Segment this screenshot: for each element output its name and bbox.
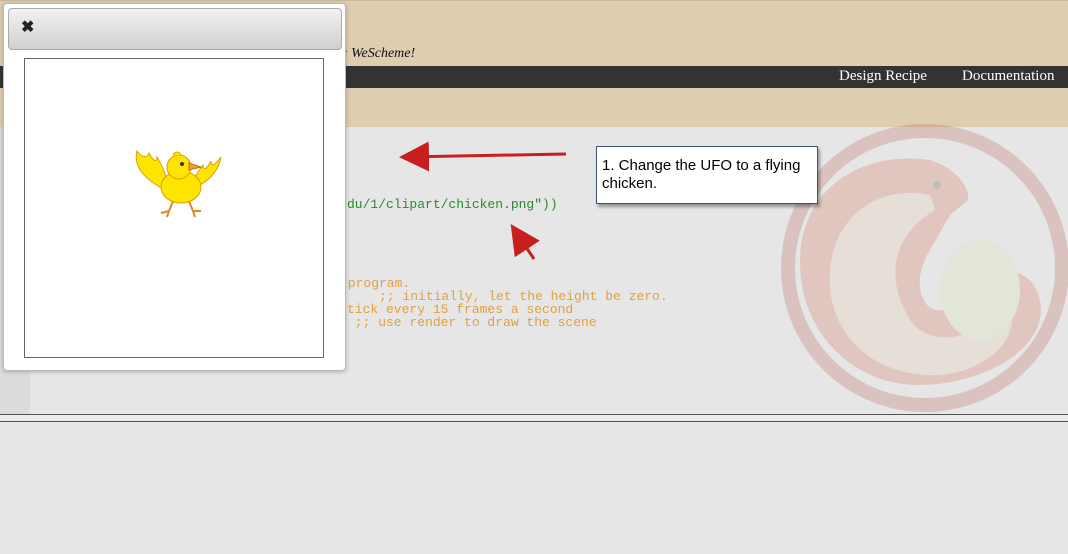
arrow-up (510, 224, 540, 260)
arrow-left (399, 141, 567, 172)
output-dialog: ✖ (3, 3, 346, 371)
instruction-text: 1. Change the UFO to a flying chicken. (602, 157, 801, 192)
chicken-image (135, 149, 222, 218)
dialog-titlebar[interactable]: ✖ (8, 8, 342, 50)
output-canvas (24, 58, 324, 358)
instruction-callout: 1. Change the UFO to a flying chicken. (596, 146, 818, 204)
close-icon[interactable]: ✖ (21, 20, 34, 36)
